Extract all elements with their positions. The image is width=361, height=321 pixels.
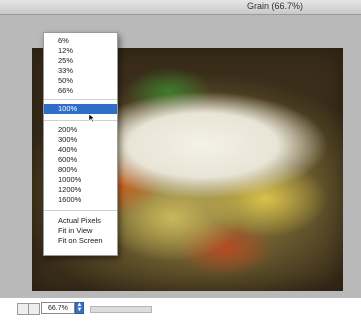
zoom-menu-item-actual-pixels[interactable]: Actual Pixels (44, 216, 117, 226)
zoom-menu-item[interactable]: 400% (44, 145, 117, 155)
zoom-menu-item[interactable]: 1600% (44, 195, 117, 205)
zoom-menu-item[interactable]: 50% (44, 76, 117, 86)
zoom-menu-item-selected[interactable]: 100% (44, 104, 117, 114)
zoom-menu-item[interactable]: 12% (44, 46, 117, 56)
zoom-menu-item[interactable]: 600% (44, 155, 117, 165)
up-down-arrows-icon[interactable]: ▲ ▼ (75, 302, 84, 314)
zoom-menu-item[interactable]: 66% (44, 86, 117, 96)
zoom-menu-item[interactable]: 1200% (44, 185, 117, 195)
zoom-menu-item[interactable]: 6% (44, 36, 117, 46)
horizontal-scrollbar[interactable] (90, 306, 152, 313)
mouse-pointer-icon (89, 114, 95, 122)
menu-separator (44, 99, 117, 100)
zoom-level-field[interactable]: 66.7% (41, 302, 75, 314)
zoom-menu-item-fit-in-view[interactable]: Fit in View (44, 226, 117, 236)
zoom-menu-item[interactable]: 200% (44, 125, 117, 135)
zoom-menu-item[interactable]: 300% (44, 135, 117, 145)
status-bar: 66.7% ▲ ▼ (0, 298, 361, 321)
window-title: Grain (66.7%) (246, 1, 303, 11)
zoom-menu: 6% 12% 25% 33% 50% 66% 100% 200% 300% 40… (43, 32, 118, 256)
zoom-menu-item[interactable]: 33% (44, 66, 117, 76)
zoom-menu-item[interactable]: 800% (44, 165, 117, 175)
menu-separator (44, 120, 117, 121)
document-window: Grain (66.7%) 6% 12% 25% 33% 50% 66% 100… (0, 0, 361, 321)
zoom-menu-item[interactable]: 25% (44, 56, 117, 66)
zoom-menu-item[interactable]: 1000% (44, 175, 117, 185)
title-bar[interactable]: Grain (66.7%) (0, 0, 361, 15)
zoom-menu-item-fit-on-screen[interactable]: Fit on Screen (44, 236, 117, 246)
page-icon[interactable] (28, 303, 40, 315)
menu-separator (44, 210, 117, 211)
